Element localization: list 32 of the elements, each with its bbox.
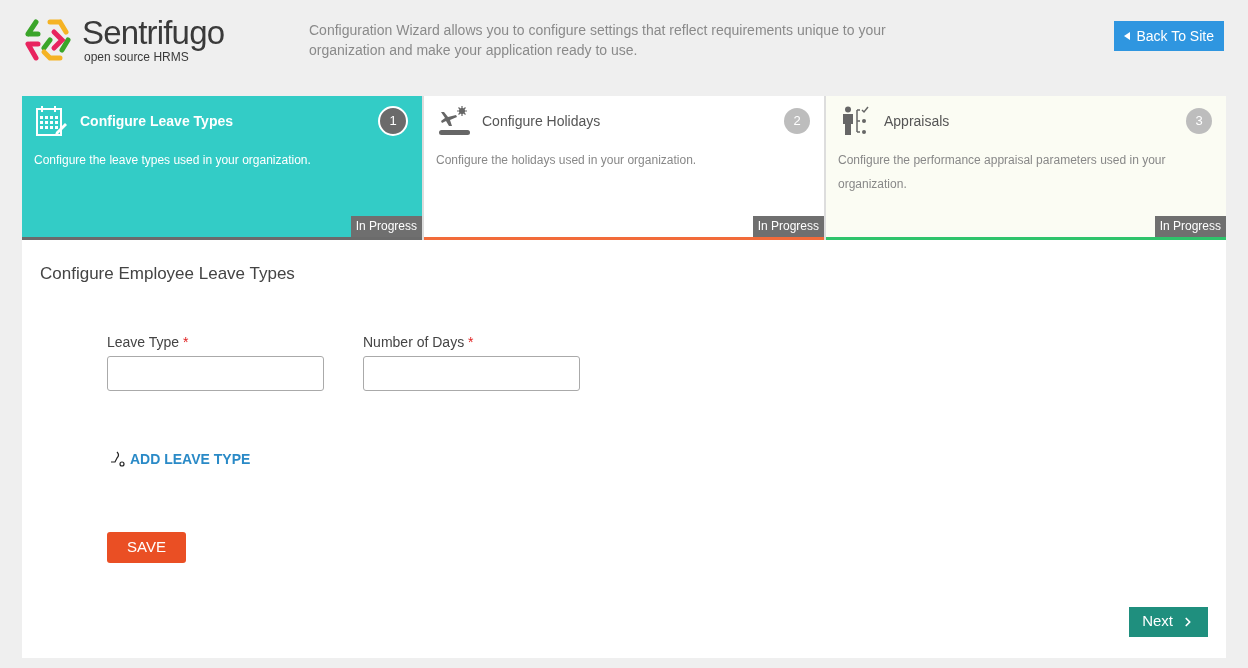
logo-name: Sentrifugo (82, 16, 225, 50)
person-checklist-icon (840, 106, 872, 136)
step-status-label: In Progress (350, 216, 422, 237)
back-to-site-button[interactable]: Back To Site (1114, 21, 1224, 51)
wizard-step-card[interactable]: Configure Holidays 2 Configure the holidays used in your organization. In Progress (422, 96, 824, 240)
step-description: Configure the performance appraisal parameters used in your organization. (837, 152, 1167, 193)
logo-tagline: open source HRMS (84, 50, 189, 64)
wizard-step-card[interactable]: Configure Leave Types 1 Configure the leave types used in your organization. In Progress (22, 96, 422, 240)
wizard-step-card[interactable]: Appraisals 3 Configure the performance appraisal parameters used in your organization. In Progress (824, 96, 1226, 240)
wizard-intro-text: Configuration Wizard allows you to configure settings that reflect requirements unique to your organization and make your application ready to use. (309, 21, 887, 60)
airplane-sun-icon (438, 106, 470, 136)
next-button[interactable]: Next (1129, 606, 1208, 637)
step-description: Configure the leave types used in your organization. (33, 152, 312, 169)
step-title: Configure Holidays (482, 111, 601, 131)
save-button[interactable]: SAVE (107, 531, 186, 563)
step-status-label: In Progress (752, 216, 824, 237)
input-field[interactable] (107, 355, 324, 391)
step-number-badge: 3 (1186, 108, 1212, 134)
step-status-label: In Progress (1154, 216, 1226, 237)
step-title: Appraisals (884, 111, 950, 131)
caret-left-icon (1124, 32, 1131, 40)
input-field[interactable] (363, 355, 580, 391)
field-label: Number of Days * (363, 332, 475, 352)
step-description: Configure the holidays used in your organization. (435, 152, 698, 169)
add-leave-type-link[interactable]: ADD LEAVE TYPE (130, 448, 251, 470)
step-title: Configure Leave Types (80, 111, 233, 131)
step-number-badge: 2 (784, 108, 810, 134)
form-heading: Configure Employee Leave Types (40, 263, 296, 285)
step-number-badge: 1 (378, 106, 408, 136)
calendar-icon (36, 106, 68, 136)
logo-icon (24, 18, 74, 62)
field-label: Leave Type * (107, 332, 190, 352)
